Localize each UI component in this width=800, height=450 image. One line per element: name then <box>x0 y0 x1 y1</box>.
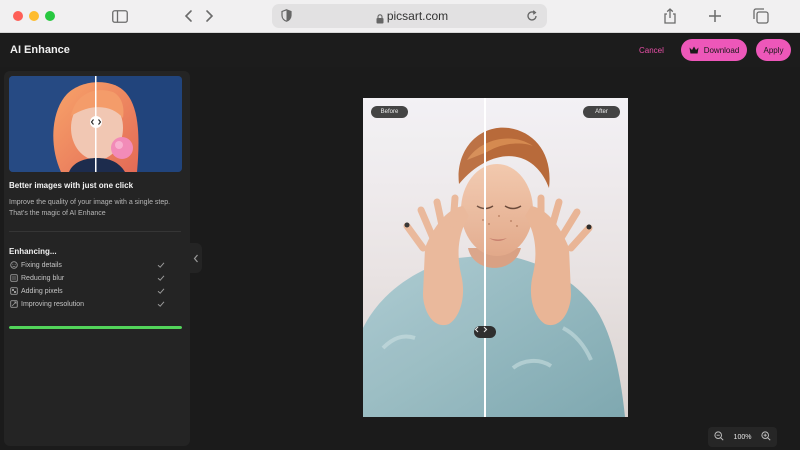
zoom-level: 100% <box>733 433 752 441</box>
enhancing-status-title: Enhancing... <box>9 247 57 256</box>
before-label: Before <box>371 106 408 118</box>
zoom-in-icon[interactable] <box>761 428 771 446</box>
collapse-panel-button[interactable] <box>190 243 202 273</box>
new-tab-icon[interactable] <box>704 6 726 26</box>
minimize-window-button[interactable] <box>29 11 39 21</box>
enhance-step: Fixing details <box>9 259 165 271</box>
after-label: After <box>583 106 620 118</box>
enhance-preview-thumbnail <box>9 76 182 172</box>
enhance-step: Adding pixels <box>9 285 165 297</box>
back-icon[interactable] <box>178 6 200 26</box>
checkmark-icon <box>157 288 165 294</box>
reload-icon[interactable] <box>526 9 538 27</box>
promo-title: Better images with just one click <box>9 181 134 190</box>
pixels-icon <box>9 287 18 296</box>
progress-fill <box>9 326 182 329</box>
promo-description: Improve the quality of your image with a… <box>9 199 171 217</box>
page-title: AI Enhance <box>10 44 70 56</box>
image-compare-canvas[interactable]: Before After <box>363 98 628 417</box>
sparkle-icon <box>9 261 18 270</box>
address-bar[interactable]: picsart.com <box>272 4 547 28</box>
checkmark-icon <box>157 301 165 307</box>
resolution-icon <box>9 300 18 309</box>
enhance-step: Improving resolution <box>9 298 165 310</box>
zoom-out-icon[interactable] <box>714 428 724 446</box>
enhance-progress-bar <box>9 326 182 329</box>
enhance-step: Reducing blur <box>9 272 165 284</box>
crown-icon <box>689 46 699 54</box>
app-header: AI Enhance Cancel Download Apply <box>0 34 800 67</box>
blur-icon <box>9 274 18 283</box>
drag-arrows-icon <box>474 326 488 333</box>
step-label: Fixing details <box>21 261 62 269</box>
share-icon[interactable] <box>659 6 681 26</box>
download-label: Download <box>703 45 740 55</box>
checkmark-icon <box>157 275 165 281</box>
apply-button[interactable]: Apply <box>756 39 791 61</box>
step-label: Improving resolution <box>21 300 85 308</box>
step-label: Reducing blur <box>21 274 65 282</box>
zoom-control: 100% <box>708 427 777 447</box>
checkmark-icon <box>157 262 165 268</box>
tab-overview-icon[interactable] <box>750 6 772 26</box>
url-text: picsart.com <box>386 9 449 23</box>
maximize-window-button[interactable] <box>45 11 55 21</box>
forward-icon[interactable] <box>198 6 220 26</box>
portrait-photo <box>363 98 628 417</box>
cancel-button[interactable]: Cancel <box>639 46 664 55</box>
compare-divider-line[interactable] <box>484 98 486 417</box>
panel-divider <box>9 231 181 232</box>
sidebar-toggle-icon[interactable] <box>109 6 131 26</box>
browser-toolbar: picsart.com <box>0 0 800 33</box>
download-button[interactable]: Download <box>681 39 747 61</box>
close-window-button[interactable] <box>13 11 23 21</box>
compare-slider-handle[interactable] <box>474 326 496 338</box>
step-label: Adding pixels <box>21 287 63 295</box>
chevron-left-icon <box>193 254 198 262</box>
